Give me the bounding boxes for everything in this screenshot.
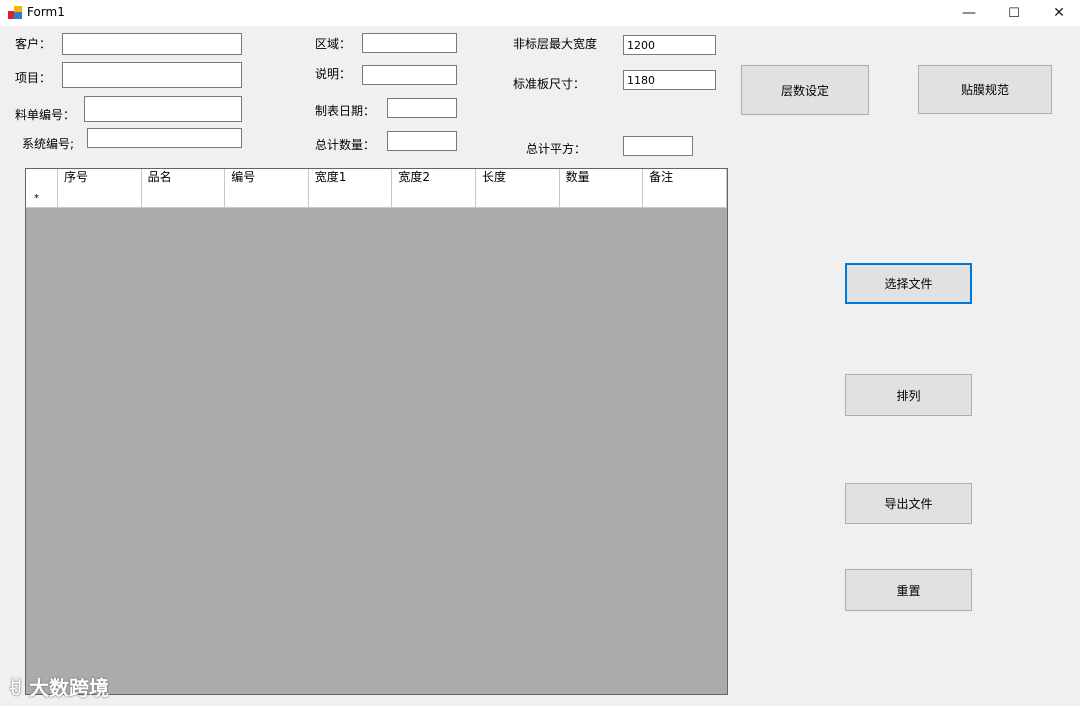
- column-header[interactable]: 长度: [476, 169, 560, 187]
- maximize-button[interactable]: ☐: [991, 0, 1037, 26]
- grid-cell[interactable]: [392, 187, 476, 208]
- description-label: 说明：: [315, 67, 352, 81]
- column-header[interactable]: 宽度1: [309, 169, 393, 187]
- standard-size-input[interactable]: [623, 70, 716, 90]
- grid-cell[interactable]: [141, 187, 226, 208]
- description-input[interactable]: [362, 65, 457, 85]
- area-input[interactable]: [362, 33, 457, 53]
- bom-number-input[interactable]: [84, 96, 242, 122]
- system-number-label: 系统编号;: [22, 137, 75, 151]
- total-area-input[interactable]: [623, 136, 693, 156]
- area-label: 区域：: [315, 37, 352, 51]
- customer-label: 客户：: [15, 37, 52, 51]
- grid-cell[interactable]: [475, 187, 560, 208]
- watermark-text: 大数跨境: [29, 676, 110, 700]
- close-button[interactable]: ✕: [1036, 0, 1080, 26]
- watermark-logo-icon: ꀀ: [8, 679, 23, 700]
- total-quantity-label: 总计数量：: [315, 138, 376, 152]
- column-header[interactable]: 宽度2: [392, 169, 476, 187]
- header-corner: [26, 169, 58, 187]
- column-header[interactable]: 编号: [225, 169, 309, 187]
- grid-cell[interactable]: [225, 187, 309, 208]
- date-label: 制表日期：: [315, 104, 376, 118]
- grid-cell[interactable]: [308, 187, 393, 208]
- column-header[interactable]: 品名: [142, 169, 226, 187]
- column-header[interactable]: 备注: [643, 169, 727, 187]
- bom-number-label: 料单编号：: [15, 108, 76, 122]
- grid-header: 序号 品名 编号 宽度1 宽度2 长度 数量 备注: [26, 169, 727, 188]
- new-row[interactable]: *: [26, 187, 727, 208]
- layer-setting-button[interactable]: 层数设定: [741, 65, 869, 115]
- row-header[interactable]: *: [26, 187, 58, 208]
- column-header[interactable]: 序号: [58, 169, 142, 187]
- app-icon: [8, 6, 22, 19]
- film-spec-button[interactable]: 贴膜规范: [918, 65, 1052, 114]
- project-input[interactable]: [62, 62, 242, 88]
- date-input[interactable]: [387, 98, 457, 118]
- watermark: ꀀ 大数跨境: [8, 672, 109, 701]
- arrange-button[interactable]: 排列: [845, 374, 972, 416]
- total-area-label: 总计平方：: [526, 142, 587, 156]
- reset-button[interactable]: 重置: [845, 569, 972, 611]
- customer-input[interactable]: [62, 33, 242, 55]
- window-title: Form1: [27, 5, 65, 19]
- select-file-button[interactable]: 选择文件: [845, 263, 972, 304]
- total-quantity-input[interactable]: [387, 131, 457, 151]
- standard-size-label: 标准板尺寸：: [513, 77, 586, 91]
- max-width-label: 非标层最大宽度: [513, 37, 598, 51]
- title-bar: Form1 — ☐ ✕: [0, 0, 1080, 26]
- new-row-marker: *: [34, 193, 39, 204]
- system-number-input[interactable]: [87, 128, 242, 148]
- grid-cell[interactable]: [559, 187, 644, 208]
- max-width-input[interactable]: [623, 35, 716, 55]
- data-grid[interactable]: 序号 品名 编号 宽度1 宽度2 长度 数量 备注 *: [25, 168, 728, 695]
- project-label: 项目：: [15, 71, 52, 85]
- grid-cell[interactable]: [58, 187, 142, 208]
- minimize-button[interactable]: —: [946, 0, 992, 26]
- export-file-button[interactable]: 导出文件: [845, 483, 972, 524]
- grid-cell[interactable]: [643, 187, 727, 208]
- column-header[interactable]: 数量: [560, 169, 644, 187]
